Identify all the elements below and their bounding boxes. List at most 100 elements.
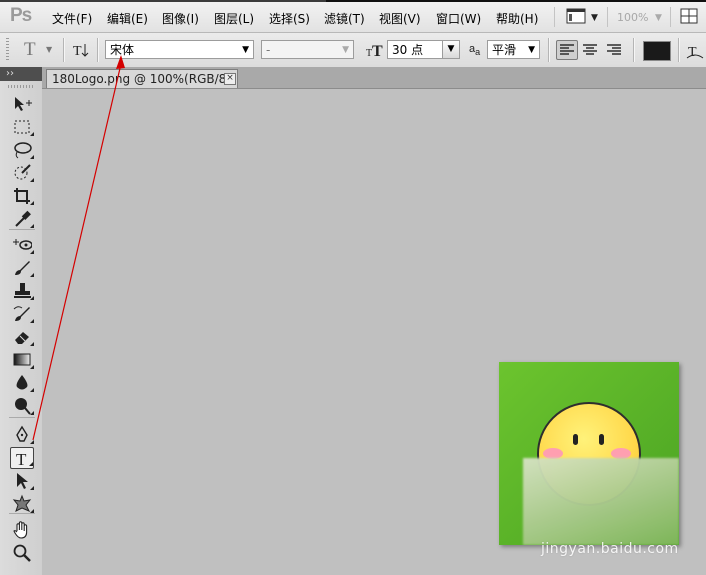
- document-image[interactable]: [499, 362, 679, 545]
- brush-tool-button[interactable]: [10, 257, 34, 279]
- align-left-button[interactable]: [556, 40, 578, 60]
- watermark: jingyan.baidu.com: [541, 541, 679, 557]
- flyout-indicator-icon: [30, 155, 34, 159]
- flyout-indicator-icon: [30, 296, 34, 300]
- gradient-tool-icon: [13, 353, 31, 366]
- chevron-down-icon: ▼: [242, 45, 249, 55]
- toggle-text-orientation-icon[interactable]: T: [72, 41, 90, 62]
- menu-view[interactable]: 视图(V): [379, 10, 421, 27]
- menu-filter[interactable]: 滤镜(T): [324, 10, 365, 27]
- zoom-dropdown-icon[interactable]: ▼: [655, 13, 662, 23]
- font-family-value: 宋体: [110, 43, 135, 57]
- flyout-indicator-icon: [30, 486, 34, 490]
- font-size-value: 30 点: [392, 43, 424, 57]
- spot-healing-tool-button[interactable]: [10, 234, 34, 256]
- flyout-indicator-icon: [30, 178, 34, 182]
- zoom-level[interactable]: 100%: [617, 11, 648, 24]
- pen-tool-button[interactable]: [10, 424, 34, 446]
- collapse-panel-icon[interactable]: ››: [6, 67, 14, 81]
- history-brush-tool-button[interactable]: [10, 303, 34, 325]
- arrange-documents-icon[interactable]: [680, 8, 698, 27]
- options-grip[interactable]: [6, 38, 9, 62]
- align-right-icon: [607, 44, 621, 55]
- flyout-indicator-icon: [30, 411, 34, 415]
- marquee-tool-icon: [14, 120, 30, 134]
- spot-healing-tool-icon: [13, 239, 32, 250]
- hand-tool-icon: [13, 521, 28, 539]
- chevron-down-icon[interactable]: ▼: [591, 13, 598, 23]
- eyedropper-tool-button[interactable]: [10, 208, 34, 230]
- align-right-button[interactable]: [604, 40, 626, 60]
- dodge-tool-button[interactable]: [10, 395, 34, 417]
- menu-image[interactable]: 图像(I): [162, 10, 199, 27]
- menu-file[interactable]: 文件(F): [52, 10, 92, 27]
- anti-alias-select[interactable]: 平滑 ▼: [487, 40, 540, 59]
- zoom-tool-button[interactable]: [10, 542, 34, 564]
- flyout-indicator-icon: [30, 224, 34, 228]
- type-tool-button[interactable]: T: [10, 447, 34, 469]
- path-selection-tool-button[interactable]: [10, 470, 34, 492]
- flyout-indicator-icon: [30, 250, 34, 254]
- clone-stamp-tool-icon: [14, 283, 31, 298]
- blur-tool-icon: [16, 375, 28, 390]
- close-icon[interactable]: ×: [224, 73, 236, 85]
- font-family-select[interactable]: 宋体 ▼: [105, 40, 254, 59]
- menu-bar: Ps 文件(F) 编辑(E) 图像(I) 图层(L) 选择(S) 滤镜(T) 视…: [0, 2, 706, 33]
- eraser-tool-icon: [15, 332, 29, 344]
- svg-text:T: T: [688, 45, 697, 60]
- gradient-tool-button[interactable]: [10, 349, 34, 371]
- quick-selection-tool-button[interactable]: [10, 162, 34, 184]
- eraser-tool-button[interactable]: [10, 326, 34, 348]
- chevron-down-icon: ▼: [342, 45, 349, 55]
- pen-tool-icon: [16, 425, 28, 442]
- move-tool-button[interactable]: [10, 93, 34, 115]
- shape-tool-button[interactable]: [10, 493, 34, 515]
- left-eye: [573, 434, 578, 445]
- document-tab[interactable]: 180Logo.png @ 100%(RGB/8) ×: [46, 69, 238, 88]
- font-style-value: -: [266, 43, 271, 57]
- document-tab-title: 180Logo.png @ 100%(RGB/8): [52, 72, 231, 86]
- menu-window[interactable]: 窗口(W): [436, 10, 481, 27]
- menu-separator: [670, 7, 671, 27]
- dodge-tool-icon: [15, 398, 31, 415]
- crop-tool-icon: [14, 188, 30, 204]
- menu-layer[interactable]: 图层(L): [214, 10, 254, 27]
- menu-separator: [554, 7, 555, 27]
- tools-separator: [9, 417, 35, 418]
- type-tool-icon: T: [16, 450, 27, 469]
- lasso-tool-button[interactable]: [10, 139, 34, 161]
- flyout-indicator-icon: [30, 201, 34, 205]
- options-separator: [63, 38, 65, 62]
- flyout-indicator-icon: [29, 462, 33, 466]
- crop-tool-button[interactable]: [10, 185, 34, 207]
- anti-alias-icon: aa: [469, 43, 481, 58]
- move-tool-icon: [15, 97, 32, 111]
- hand-tool-button[interactable]: [10, 519, 34, 541]
- menu-edit[interactable]: 编辑(E): [107, 10, 148, 27]
- svg-text:T: T: [73, 44, 82, 59]
- svg-text:T: T: [372, 43, 383, 59]
- align-left-icon: [560, 44, 574, 55]
- clone-stamp-tool-button[interactable]: [10, 280, 34, 302]
- chevron-down-icon[interactable]: ▼: [442, 41, 459, 58]
- flyout-indicator-icon: [30, 440, 34, 444]
- warp-text-icon[interactable]: T: [686, 42, 704, 63]
- tools-panel-header[interactable]: ››: [0, 67, 42, 81]
- menu-select[interactable]: 选择(S): [269, 10, 310, 27]
- path-selection-tool-icon: [17, 473, 28, 489]
- marquee-tool-button[interactable]: [10, 116, 34, 138]
- flyout-indicator-icon: [30, 388, 34, 392]
- font-style-select[interactable]: - ▼: [261, 40, 354, 59]
- blur-tool-button[interactable]: [10, 372, 34, 394]
- font-size-field[interactable]: 30 点 ▼: [387, 40, 460, 59]
- history-brush-tool-icon: [13, 306, 30, 321]
- screen-mode-icon[interactable]: [566, 8, 586, 27]
- tools-panel-grip[interactable]: [8, 85, 34, 88]
- menu-help[interactable]: 帮助(H): [496, 10, 538, 27]
- flyout-indicator-icon: [30, 132, 34, 136]
- app-logo: Ps: [10, 5, 32, 26]
- text-color-swatch[interactable]: [643, 41, 671, 61]
- align-center-button[interactable]: [580, 40, 602, 60]
- shape-tool-icon: [12, 494, 32, 512]
- tool-preset-picker[interactable]: T ▼: [22, 39, 58, 61]
